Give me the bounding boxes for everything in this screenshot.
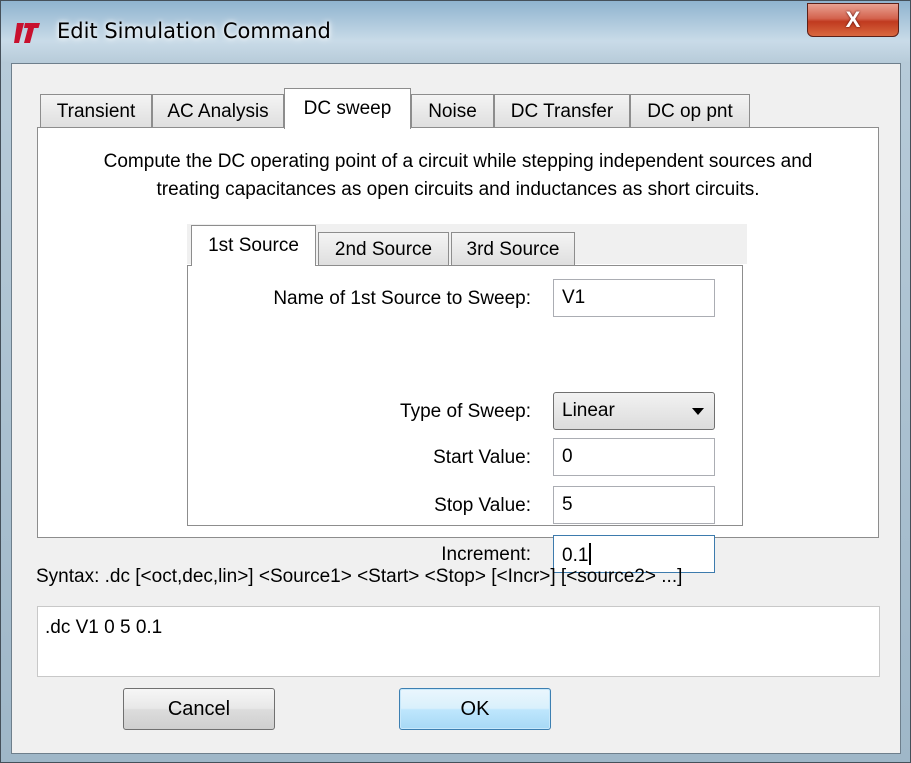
source-name-label: Name of 1st Source to Sweep: [273, 288, 531, 309]
ok-button[interactable]: OK [399, 688, 551, 730]
tab-ac-analysis[interactable]: AC Analysis [152, 94, 284, 128]
dc-sweep-panel: Compute the DC operating point of a circ… [37, 127, 879, 573]
stop-value-input[interactable]: 5 [553, 486, 715, 524]
syntax-hint: Syntax: .dc [<oct,dec,lin>] <Source1> <S… [36, 566, 683, 587]
close-icon: X [845, 7, 861, 32]
tab-2nd-source[interactable]: 2nd Source [318, 232, 449, 266]
window-title: Edit Simulation Command [57, 19, 331, 43]
tab-transient[interactable]: Transient [40, 94, 152, 128]
start-value-label: Start Value: [433, 447, 531, 468]
increment-label: Increment: [441, 544, 531, 565]
cancel-button[interactable]: Cancel [123, 688, 275, 730]
tab-dc-op-pnt[interactable]: DC op pnt [630, 94, 750, 128]
ltspice-logo-icon [13, 19, 41, 47]
source-name-input[interactable]: V1 [553, 279, 715, 317]
command-text-field[interactable]: .dc V1 0 5 0.1 [37, 606, 880, 677]
sweep-type-select[interactable]: Linear [553, 392, 715, 430]
dialog-client-area: Transient AC Analysis DC sweep Noise DC … [11, 63, 901, 754]
dropdown-arrow-icon [692, 408, 704, 415]
description-line-2: treating capacitances as open circuits a… [156, 179, 760, 200]
close-button[interactable]: X [807, 3, 899, 37]
description-line-1: Compute the DC operating point of a circ… [103, 151, 813, 172]
text-caret [589, 543, 592, 565]
analysis-description: Compute the DC operating point of a circ… [38, 148, 878, 204]
tab-3rd-source[interactable]: 3rd Source [451, 232, 575, 266]
sweep-type-value: Linear [562, 400, 615, 421]
sweep-type-label: Type of Sweep: [400, 401, 531, 422]
tab-noise[interactable]: Noise [411, 94, 494, 128]
tab-dc-sweep[interactable]: DC sweep [284, 88, 411, 129]
tab-dc-transfer[interactable]: DC Transfer [494, 94, 630, 128]
title-bar[interactable]: Edit Simulation Command X [1, 1, 910, 63]
increment-value: 0.1 [562, 545, 589, 566]
stop-value-label: Stop Value: [434, 495, 531, 516]
dialog-window: Edit Simulation Command X Transient AC A… [0, 0, 911, 763]
tab-1st-source[interactable]: 1st Source [191, 225, 316, 266]
start-value-input[interactable]: 0 [553, 438, 715, 476]
